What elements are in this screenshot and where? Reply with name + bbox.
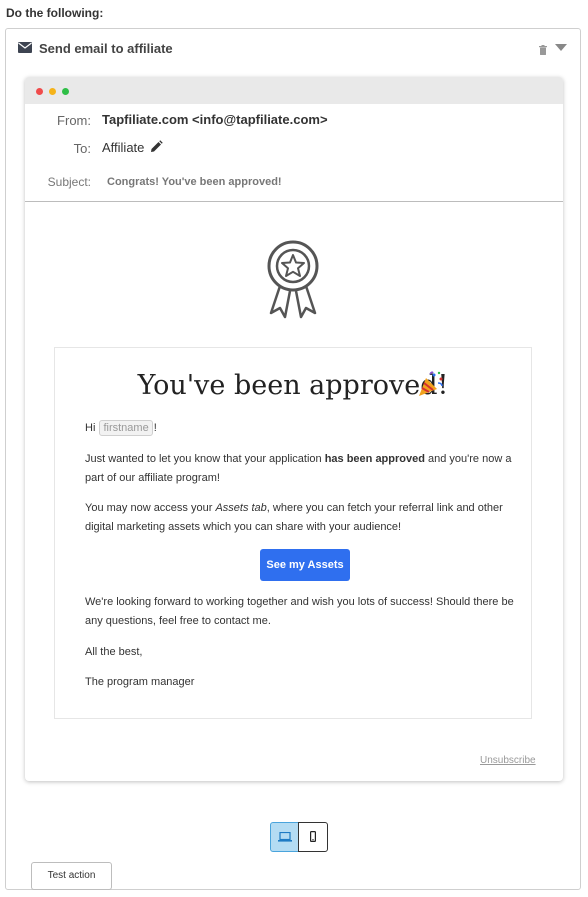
preview-device-toggle — [270, 822, 328, 852]
merge-tag-firstname: firstname — [99, 420, 153, 436]
subject-label: Subject: — [47, 175, 91, 189]
to-label: To: — [73, 141, 91, 156]
award-rosette-icon — [267, 240, 319, 319]
email-body-card: You've been approved! Hi firstname! Just… — [54, 347, 532, 719]
email-preview: From: Tapfiliate.com <info@tapfiliate.co… — [25, 77, 563, 781]
party-popper-icon — [419, 371, 443, 396]
paragraph-approval-bold: has been approved — [324, 453, 425, 465]
to-value: Affiliate — [102, 140, 145, 155]
greeting-prefix: Hi — [85, 422, 96, 434]
header-divider — [25, 201, 563, 202]
action-title: Send email to affiliate — [39, 41, 173, 56]
paragraph-approval: Just wanted to let you know that your ap… — [85, 450, 525, 488]
paragraph-assets: You may now access your Assets tab, wher… — [85, 499, 525, 537]
from-value: Tapfiliate.com <info@tapfiliate.com> — [102, 112, 328, 127]
from-label: From: — [57, 113, 91, 128]
mobile-preview-button[interactable] — [298, 822, 328, 852]
paragraph-assets-start: You may now access your — [85, 502, 216, 514]
window-maximize-dot — [62, 88, 69, 95]
caret-down-icon[interactable] — [555, 44, 567, 51]
window-minimize-dot — [49, 88, 56, 95]
email-body-title: You've been approved! — [55, 370, 531, 401]
signature: The program manager — [85, 676, 195, 688]
paragraph-closing-wish: We're looking forward to working togethe… — [85, 596, 514, 627]
section-heading: Do the following: — [6, 6, 104, 20]
closing-line: All the best, — [85, 646, 143, 658]
trash-icon[interactable] — [539, 45, 547, 55]
greeting: Hi firstname! — [85, 420, 157, 436]
laptop-icon — [278, 832, 292, 842]
desktop-preview-button[interactable] — [270, 822, 299, 852]
paragraph-assets-italic: Assets tab — [215, 502, 267, 514]
action-header[interactable]: Send email to affiliate — [6, 29, 580, 69]
window-titlebar — [25, 77, 563, 104]
action-panel: Send email to affiliate From: Tapfiliate… — [5, 28, 581, 890]
paragraph-approval-start: Just wanted to let you know that your ap… — [85, 453, 325, 465]
pencil-icon[interactable] — [149, 140, 163, 154]
test-action-button[interactable]: Test action — [31, 862, 112, 890]
email-body-title-text: You've been approved! — [137, 370, 449, 401]
window-close-dot — [36, 88, 43, 95]
see-assets-button[interactable]: See my Assets — [260, 549, 350, 581]
greeting-suffix: ! — [153, 422, 157, 434]
envelope-icon — [18, 42, 32, 53]
unsubscribe-link[interactable]: Unsubscribe — [480, 755, 536, 766]
subject-value: Congrats! You've been approved! — [107, 176, 282, 188]
phone-icon — [310, 831, 316, 842]
